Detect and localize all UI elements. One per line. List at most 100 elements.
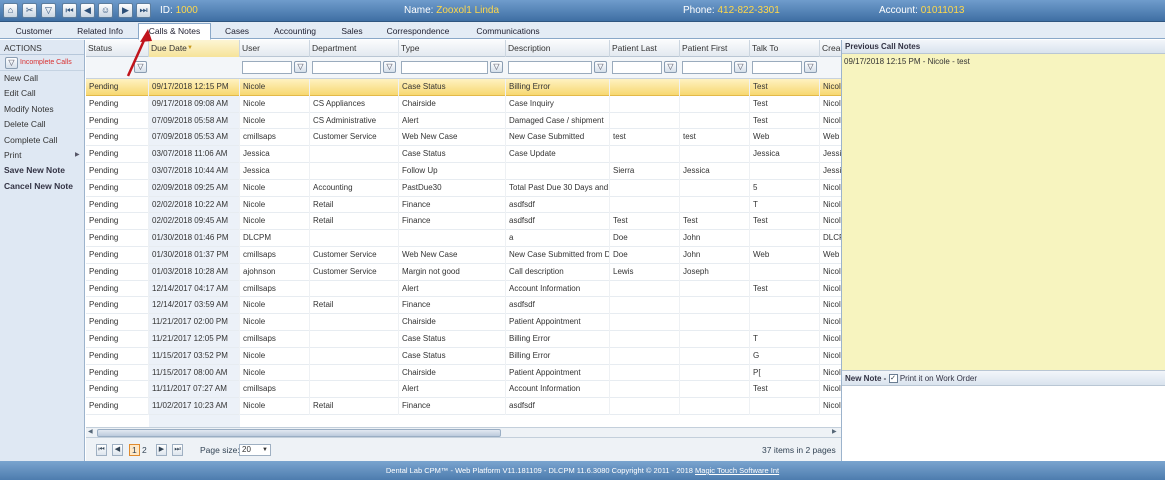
cell-status: Pending (86, 331, 149, 348)
table-row[interactable]: Pending 11/02/2017 10:23 AM Nicole Retail Fi… (86, 398, 841, 415)
last-page-icon[interactable]: ⏭ (172, 444, 183, 456)
table-row[interactable]: Pending 02/02/2018 10:22 AM Nicole Retail Fi… (86, 196, 841, 214)
edit-call-action[interactable]: Edit Call (0, 86, 84, 101)
filter-icon[interactable]: ▽ (664, 61, 677, 73)
column-header-type[interactable]: Type (399, 40, 506, 57)
tab-sales[interactable]: Sales (337, 24, 367, 39)
cell-due-date: 11/15/2017 03:52 PM (149, 347, 240, 365)
scroll-left-icon[interactable]: ◀ (88, 428, 93, 435)
cell-status: Pending (86, 95, 149, 113)
cell-type (399, 230, 506, 247)
first-page-icon[interactable]: ⏮ (96, 444, 107, 456)
table-row[interactable]: Pending 09/17/2018 12:15 PM Nicole Case Sta… (86, 79, 841, 96)
table-row[interactable]: Pending 12/14/2017 04:17 AM cmillsaps Alert… (86, 280, 841, 298)
cancel-new-note-action[interactable]: Cancel New Note (0, 179, 84, 194)
table-row[interactable]: Pending 07/09/2018 05:58 AM Nicole CS Admin… (86, 112, 841, 130)
modify-notes-action[interactable]: Modify Notes (0, 102, 84, 117)
table-row[interactable]: Pending 07/09/2018 05:53 AM cmillsaps Custo… (86, 129, 841, 147)
filter-icon[interactable]: ▽ (294, 61, 307, 73)
home-icon[interactable]: ⌂ (3, 3, 18, 18)
table-row[interactable]: Pending 12/14/2017 03:59 AM Nicole Retail Fi… (86, 297, 841, 315)
table-row[interactable]: Pending 11/15/2017 03:52 PM Nicole Case Sta… (86, 347, 841, 365)
column-header-due-date[interactable]: Due Date (149, 40, 240, 57)
save-new-note-action[interactable]: Save New Note (0, 163, 84, 178)
cell-due-date: 03/07/2018 10:44 AM (149, 163, 240, 180)
cell-user: Nicole (240, 398, 310, 415)
table-row[interactable]: Pending 09/17/2018 09:08 AM Nicole CS Appli… (86, 95, 841, 113)
tab-strip: Customer Related Info Calls & Notes Case… (0, 22, 1165, 40)
column-header-talk-to[interactable]: Talk To (750, 40, 820, 57)
table-row[interactable]: Pending 02/02/2018 09:45 AM Nicole Retail Fi… (86, 213, 841, 231)
cell-type: Case Status (399, 146, 506, 163)
customer-icon[interactable]: ☺ (98, 3, 113, 18)
table-row[interactable]: Pending 11/15/2017 08:00 AM Nicole Chairsid… (86, 364, 841, 382)
filter-input-department[interactable] (312, 61, 381, 74)
scrollbar-thumb[interactable] (97, 429, 501, 437)
table-row[interactable]: Pending 01/03/2018 10:28 AM ajohnson Custom… (86, 263, 841, 281)
table-row[interactable]: Pending 11/21/2017 02:00 PM Nicole Chairsid… (86, 314, 841, 331)
tab-correspondence[interactable]: Correspondence (383, 24, 453, 39)
page-2-link[interactable]: 2 (142, 445, 147, 455)
filter-input-talk-to[interactable] (752, 61, 802, 74)
filter-input-user[interactable] (242, 61, 292, 74)
table-row[interactable]: Pending 02/09/2018 09:25 AM Nicole Accounti… (86, 179, 841, 197)
cell-user: cmillsaps (240, 247, 310, 264)
incomplete-calls-filter[interactable]: ▽ Incomplete Calls (0, 55, 84, 71)
tab-cases[interactable]: Cases (220, 24, 254, 39)
column-header-patient-last[interactable]: Patient Last (610, 40, 680, 57)
previous-record-icon[interactable]: ◀ (80, 3, 95, 18)
first-record-icon[interactable]: ⏮ (62, 3, 77, 18)
filter-icon[interactable]: ▽ (41, 3, 56, 18)
filter-icon[interactable]: ▽ (490, 61, 503, 73)
filter-input-patient-first[interactable] (682, 61, 732, 74)
print-action[interactable]: Print ▶ (0, 148, 84, 163)
tab-communications[interactable]: Communications (470, 24, 546, 39)
cell-created-by: Nicol (820, 348, 841, 365)
column-header-created-by[interactable]: Crea (820, 40, 841, 57)
column-header-department[interactable]: Department (310, 40, 399, 57)
scroll-right-icon[interactable]: ▶ (832, 428, 837, 435)
footer-link[interactable]: Magic Touch Software Int (695, 466, 779, 475)
table-row[interactable]: Pending 03/07/2018 11:06 AM Jessica Case St… (86, 146, 841, 163)
filter-icon[interactable]: ▽ (804, 61, 817, 73)
previous-page-icon[interactable]: ◀ (112, 444, 123, 456)
filter-input-patient-last[interactable] (612, 61, 662, 74)
filter-icon[interactable]: ▽ (383, 61, 396, 73)
cell-description: a (506, 230, 610, 247)
tab-related-info[interactable]: Related Info (72, 24, 128, 39)
column-header-description[interactable]: Description (506, 40, 610, 57)
page-1-link[interactable]: 1 (129, 444, 140, 456)
filter-icon[interactable]: ▽ (594, 61, 607, 73)
cell-description: New Case Submitted (506, 129, 610, 147)
table-row[interactable]: Pending 01/30/2018 01:37 PM cmillsaps Custo… (86, 247, 841, 264)
table-row[interactable]: Pending 11/11/2017 07:27 AM cmillsaps Alert… (86, 381, 841, 399)
page-size-select[interactable]: 20 ▼ (239, 444, 271, 456)
filter-input-type[interactable] (401, 61, 488, 74)
tab-calls-notes[interactable]: Calls & Notes (138, 23, 211, 40)
new-note-textarea[interactable] (842, 386, 1165, 461)
cell-patient-last: Doe (610, 230, 680, 247)
last-record-icon[interactable]: ⏭ (136, 3, 151, 18)
next-record-icon[interactable]: ▶ (118, 3, 133, 18)
cell-status: Pending (86, 112, 149, 130)
delete-call-action[interactable]: Delete Call (0, 117, 84, 132)
table-row[interactable]: Pending 03/07/2018 10:44 AM Jessica Follow … (86, 163, 841, 180)
filter-icon[interactable]: ▽ (734, 61, 747, 73)
tab-accounting[interactable]: Accounting (268, 24, 322, 39)
table-row[interactable]: Pending 01/30/2018 01:46 PM DLCPM a Doe John D… (86, 230, 841, 247)
top-toolbar: ⌂ ✂ ▽ ⏮ ◀ ☺ ▶ ⏭ ID: 1000 Name: Zooxol1 L… (0, 0, 1165, 22)
print-on-work-order-checkbox[interactable]: ✓ (888, 374, 898, 384)
column-header-patient-first[interactable]: Patient First (680, 40, 750, 57)
tab-customer[interactable]: Customer (8, 24, 60, 39)
tools-icon[interactable]: ✂ (22, 3, 37, 18)
column-header-user[interactable]: User (240, 40, 310, 57)
new-call-action[interactable]: New Call (0, 71, 84, 86)
cell-patient-first (680, 79, 750, 96)
filter-input-description[interactable] (508, 61, 592, 74)
horizontal-scrollbar[interactable]: ◀ ▶ (86, 427, 841, 437)
filter-icon[interactable]: ▽ (134, 61, 147, 73)
next-page-icon[interactable]: ▶ (156, 444, 167, 456)
column-header-status[interactable]: Status (86, 40, 149, 57)
table-row[interactable]: Pending 11/21/2017 12:05 PM cmillsaps Case … (86, 331, 841, 348)
complete-call-action[interactable]: Complete Call (0, 133, 84, 148)
